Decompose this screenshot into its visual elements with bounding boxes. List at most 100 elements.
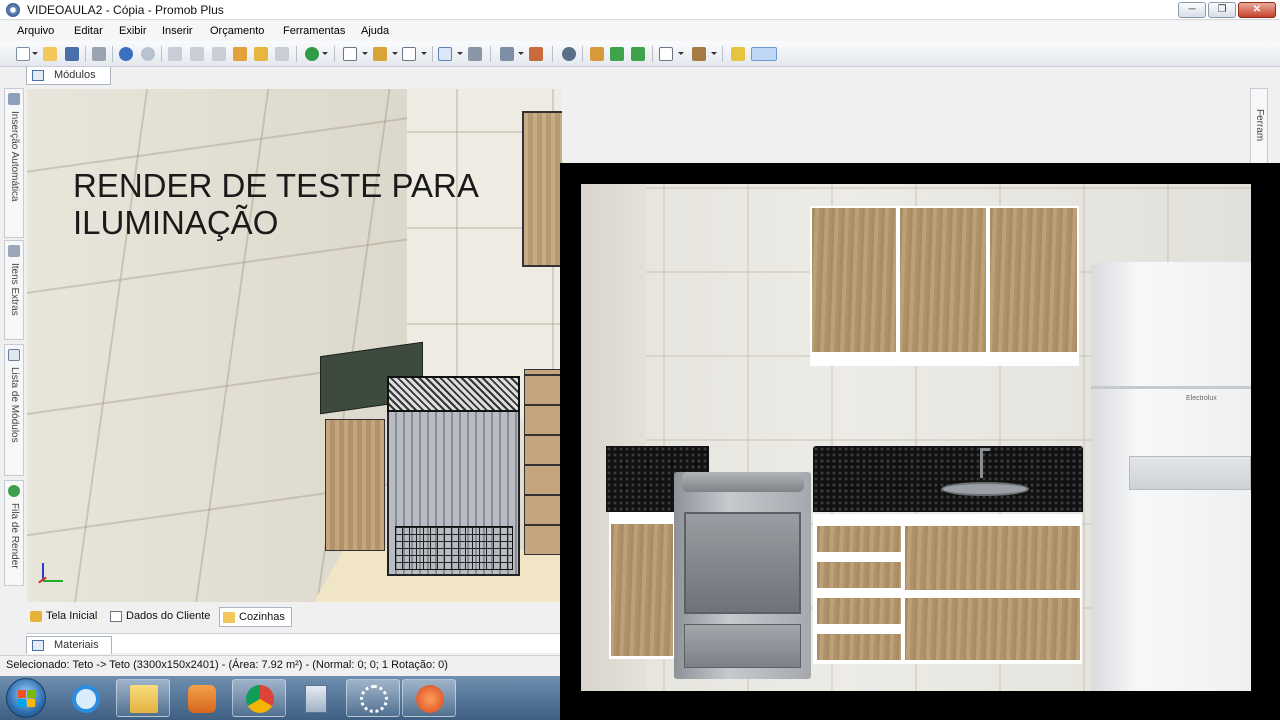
modules-tab[interactable]: Módulos xyxy=(26,67,111,85)
tab-cozinhas[interactable]: Cozinhas xyxy=(219,607,292,627)
chrome-glyph xyxy=(246,685,274,713)
render-drawer xyxy=(817,562,901,588)
chevron-down-icon[interactable] xyxy=(518,52,524,55)
materials-tab[interactable]: Materiais xyxy=(26,636,112,654)
save-icon[interactable] xyxy=(65,47,79,61)
menu-inserir[interactable]: Inserir xyxy=(162,25,193,37)
close-button[interactable]: ✕ xyxy=(1238,2,1276,18)
render-sink xyxy=(941,482,1029,496)
render-fridge-panel xyxy=(1129,456,1251,490)
redo-icon[interactable] xyxy=(141,47,155,61)
overlay-caption-line: ILUMINAÇÃO xyxy=(73,204,279,241)
media-glyph xyxy=(188,685,216,713)
scene-tabs: Tela Inicial Dados do Cliente Cozinhas xyxy=(27,605,562,628)
3d-viewport[interactable]: RENDER DE TESTE PARA ILUMINAÇÃO xyxy=(27,89,562,602)
tab-tela-inicial[interactable]: Tela Inicial xyxy=(27,607,103,627)
render-image: Electrolux xyxy=(581,184,1251,691)
paste-icon[interactable] xyxy=(212,47,226,61)
sidebar-tab-lista-de-modulos[interactable]: Lista de Módulos xyxy=(4,344,24,476)
calculator-icon[interactable] xyxy=(288,679,342,717)
menu-orcamento[interactable]: Orçamento xyxy=(210,25,264,37)
windows-logo-blue xyxy=(18,699,26,707)
file-explorer-icon[interactable] xyxy=(116,679,170,717)
chevron-down-icon[interactable] xyxy=(678,52,684,55)
media-player-icon[interactable] xyxy=(174,679,228,717)
render-drawer xyxy=(817,598,901,624)
render-stove-top xyxy=(682,472,804,492)
render-cabinet-door xyxy=(900,208,986,352)
internet-explorer-icon[interactable] xyxy=(58,679,112,717)
chevron-down-icon[interactable] xyxy=(711,52,717,55)
group-icon[interactable] xyxy=(373,47,387,61)
3d-box-icon[interactable] xyxy=(692,47,706,61)
open-folder-icon[interactable] xyxy=(43,47,57,61)
chevron-down-icon[interactable] xyxy=(421,52,427,55)
delete-icon[interactable] xyxy=(275,47,289,61)
undo-icon[interactable] xyxy=(119,47,133,61)
toolbar-separator xyxy=(161,46,162,62)
light-bulb-icon[interactable] xyxy=(731,47,745,61)
maximize-button[interactable]: ❐ xyxy=(1208,2,1236,18)
base-cabinet-model[interactable] xyxy=(325,419,385,551)
cut-icon[interactable] xyxy=(168,47,182,61)
network-icon[interactable] xyxy=(346,679,400,717)
select-pointer-icon[interactable] xyxy=(438,47,452,61)
elevation-icon[interactable] xyxy=(529,47,543,61)
sidebar-tab-fila-de-render[interactable]: Fila de Render xyxy=(4,480,24,586)
start-orb-icon[interactable] xyxy=(6,678,46,718)
menu-editar[interactable]: Editar xyxy=(74,25,103,37)
tools-icon[interactable] xyxy=(590,47,604,61)
tab-dados-do-cliente[interactable]: Dados do Cliente xyxy=(107,607,216,627)
app-icon[interactable] xyxy=(402,679,456,717)
eye-icon[interactable] xyxy=(562,47,576,61)
chevron-down-icon[interactable] xyxy=(392,52,398,55)
drawer-cabinet-model[interactable] xyxy=(524,369,562,555)
render-faucet xyxy=(980,448,990,478)
arrow-left-icon[interactable] xyxy=(610,47,624,61)
app-glyph xyxy=(416,685,444,713)
shield-icon[interactable] xyxy=(500,47,514,61)
stove-model[interactable] xyxy=(387,376,520,576)
sidebar-tab-itens-extras[interactable]: Itens Extras xyxy=(4,240,24,340)
brush-icon[interactable] xyxy=(254,47,268,61)
overlay-caption-line: RENDER DE TESTE PARA xyxy=(73,167,479,204)
align-icon[interactable] xyxy=(402,47,416,61)
minimize-button[interactable]: ─ xyxy=(1178,2,1206,18)
render-cabinet-door xyxy=(990,208,1077,352)
network-glyph xyxy=(360,685,388,713)
overlay-caption: RENDER DE TESTE PARA ILUMINAÇÃO xyxy=(73,167,479,241)
chevron-down-icon[interactable] xyxy=(322,52,328,55)
render-fridge-brand: Electrolux xyxy=(1186,395,1217,402)
toolbar-separator xyxy=(490,46,491,62)
chevron-down-icon[interactable] xyxy=(362,52,368,55)
arrow-right-icon[interactable] xyxy=(631,47,645,61)
menu-ajuda[interactable]: Ajuda xyxy=(361,25,389,37)
menu-ferramentas[interactable]: Ferramentas xyxy=(283,25,345,37)
render-cabinet-door xyxy=(611,524,673,656)
menu-exibir[interactable]: Exibir xyxy=(119,25,147,37)
window-layout-icon[interactable] xyxy=(659,47,673,61)
chevron-down-icon[interactable] xyxy=(457,52,463,55)
render-refrigerator: Electrolux xyxy=(1091,262,1251,691)
materials-panel: Materiais xyxy=(26,633,562,654)
menu-arquivo[interactable]: Arquivo xyxy=(17,25,54,37)
status-text: Selecionado: Teto -> Teto (3300x150x2401… xyxy=(6,659,448,671)
upper-cabinet-model[interactable] xyxy=(522,111,562,267)
module-view-icon[interactable] xyxy=(343,47,357,61)
windows-logo-green xyxy=(27,690,35,698)
sidebar-tab-insercao-automatica[interactable]: Inserção Automática xyxy=(4,88,24,238)
chrome-icon[interactable] xyxy=(232,679,286,717)
render-icon[interactable] xyxy=(751,47,777,61)
print-icon[interactable] xyxy=(92,47,106,61)
windows-logo-yellow xyxy=(27,699,35,707)
format-painter-icon[interactable] xyxy=(233,47,247,61)
auto-insert-icon xyxy=(8,93,20,105)
measure-icon[interactable] xyxy=(468,47,482,61)
new-file-icon[interactable] xyxy=(16,47,30,61)
copy-icon[interactable] xyxy=(190,47,204,61)
right-sidebar-tab-ferramentas[interactable]: Ferram xyxy=(1250,88,1268,168)
promob-app-icon[interactable] xyxy=(6,3,20,17)
tab-label: Tela Inicial xyxy=(46,610,98,622)
chevron-down-icon[interactable] xyxy=(32,52,38,55)
budget-dollar-icon[interactable] xyxy=(305,47,319,61)
